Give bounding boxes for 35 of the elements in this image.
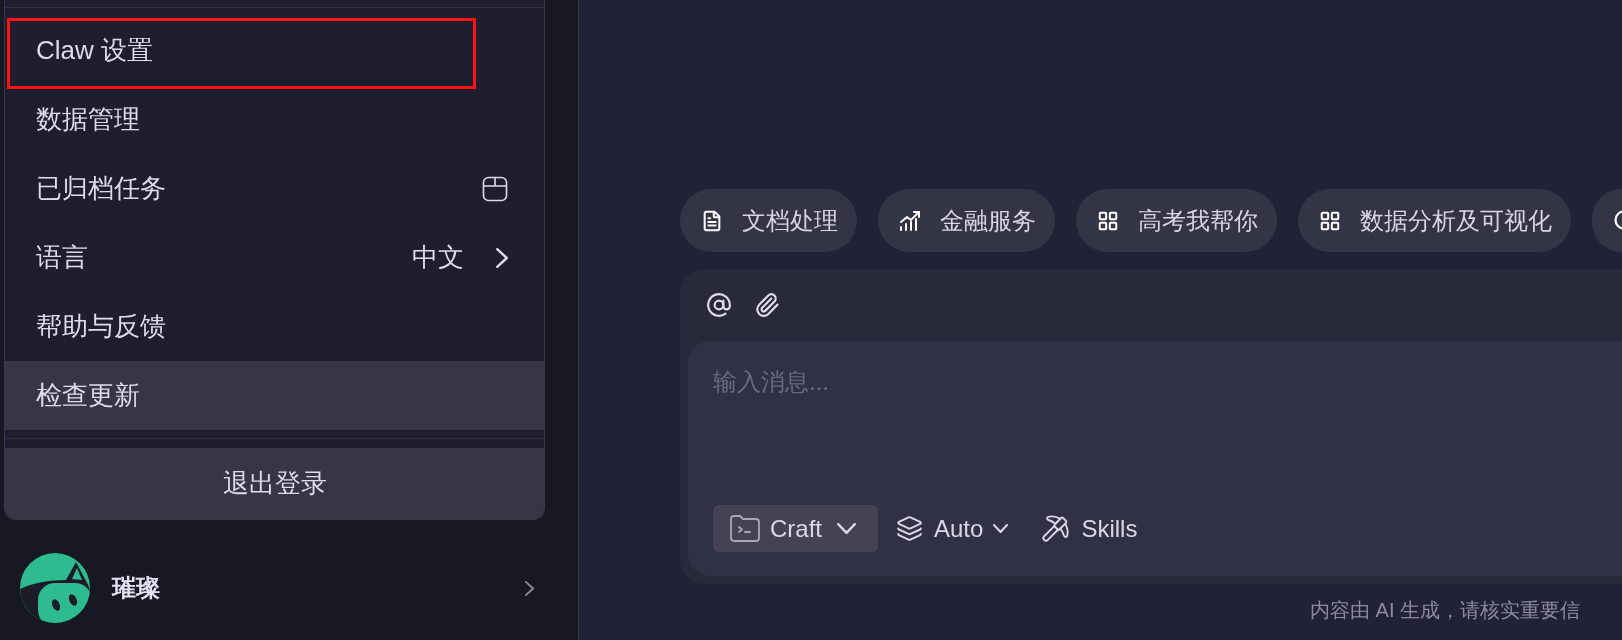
- chevron-right-icon[interactable]: [525, 580, 534, 596]
- avatar-icon: [20, 553, 90, 623]
- language-value: 中文: [412, 241, 464, 274]
- ring-icon: [1614, 209, 1622, 232]
- layers-icon: [896, 515, 923, 542]
- chevron-down-icon: [837, 523, 856, 534]
- grid-icon: [1097, 209, 1119, 232]
- chevron-right-icon: [496, 247, 508, 268]
- suggestion-chip[interactable]: 数据分析及可视化: [1298, 189, 1571, 252]
- archive-box-icon: [482, 175, 508, 202]
- message-field[interactable]: 输入消息... Craft Auto Skills: [688, 341, 1622, 576]
- suggestion-chip[interactable]: 文档处理: [680, 189, 857, 252]
- user-name: 璀璨: [112, 573, 160, 603]
- menu-item[interactable]: 数据管理: [5, 85, 544, 154]
- menu-item[interactable]: 帮助与反馈: [5, 292, 544, 361]
- paperclip-icon[interactable]: [754, 292, 780, 318]
- model-selector[interactable]: Auto: [896, 505, 1009, 552]
- disclaimer-text: 内容由 AI 生成，请核实重要信: [1310, 598, 1581, 622]
- suggestion-chip[interactable]: 高考我帮你: [1076, 189, 1277, 252]
- pickaxe-icon: [1041, 514, 1071, 543]
- folder-terminal-icon: [730, 515, 760, 542]
- menu-item[interactable]: 已归档任务: [5, 154, 544, 223]
- at-sign-icon[interactable]: [706, 292, 732, 318]
- chevron-down-icon: [993, 524, 1009, 533]
- document-icon: [701, 209, 723, 232]
- suggestion-chip[interactable]: 金融服务: [878, 189, 1055, 252]
- mode-selector[interactable]: Craft: [713, 505, 878, 552]
- logout-button[interactable]: 退出登录: [5, 448, 544, 519]
- menu-item[interactable]: 检查更新: [5, 361, 544, 430]
- menu-item[interactable]: 语言 中文: [5, 223, 544, 292]
- message-input[interactable]: 输入消息...: [713, 367, 1313, 505]
- chart-icon: [899, 209, 921, 232]
- skills-button[interactable]: Skills: [1041, 505, 1138, 552]
- grid-icon: [1319, 209, 1341, 232]
- menu-item[interactable]: Claw 设置: [5, 16, 544, 85]
